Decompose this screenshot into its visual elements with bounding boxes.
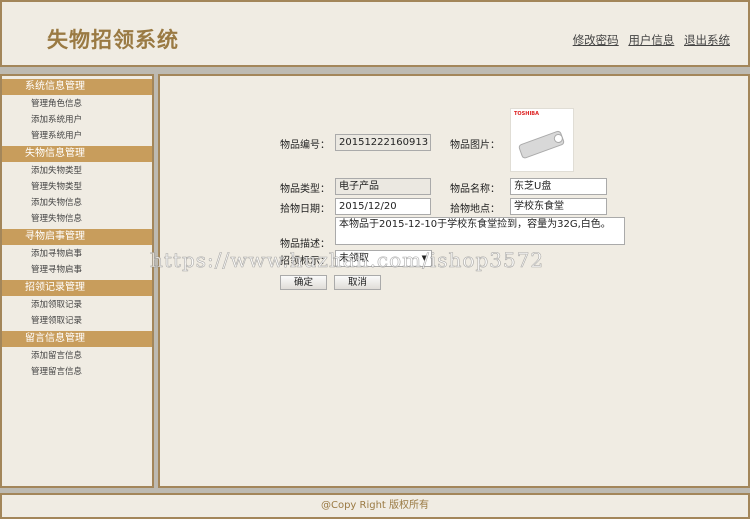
status-select[interactable]: 未领取 ▼	[335, 250, 432, 267]
item-type-label: 物品类型：	[280, 184, 330, 195]
image-brand: TOSHIBA	[514, 111, 539, 117]
item-image: TOSHIBA	[510, 108, 574, 172]
description-textarea[interactable]: 本物品于2015-12-10于学校东食堂捡到，容量为32G,白色。	[335, 217, 625, 245]
dropdown-arrow-icon: ▼	[421, 254, 427, 262]
item-id-field[interactable]: 20151222160913	[335, 134, 431, 151]
main-content: 物品编号： 20151222160913 物品图片： TOSHIBA 物品类型：…	[158, 74, 750, 488]
logout-link[interactable]: 退出系统	[684, 33, 730, 47]
sidebar-item[interactable]: 管理留言信息	[2, 364, 152, 380]
app-title: 失物招领系统	[47, 28, 179, 52]
sidebar-group-title[interactable]: 留言信息管理	[2, 331, 152, 347]
sidebar-item[interactable]: 管理系统用户	[2, 128, 152, 144]
header-links: 修改密码 用户信息 退出系统	[567, 32, 730, 48]
sidebar-group-title[interactable]: 系统信息管理	[2, 79, 152, 95]
sidebar-group: 系统信息管理 管理角色信息 添加系统用户 管理系统用户	[2, 79, 152, 144]
sidebar-item[interactable]: 管理寻物启事	[2, 262, 152, 278]
sidebar-group: 留言信息管理 添加留言信息 管理留言信息	[2, 331, 152, 380]
found-place-label: 拾物地点：	[450, 204, 500, 215]
cancel-button[interactable]: 取消	[334, 275, 381, 290]
sidebar-item[interactable]: 管理角色信息	[2, 96, 152, 112]
change-password-link[interactable]: 修改密码	[573, 33, 619, 47]
found-place-field[interactable]: 学校东食堂	[510, 198, 607, 215]
found-date-field[interactable]: 2015/12/20	[335, 198, 431, 215]
item-type-field[interactable]: 电子产品	[335, 178, 431, 195]
sidebar-group: 寻物启事管理 添加寻物启事 管理寻物启事	[2, 229, 152, 278]
usb-drive-icon	[518, 130, 565, 159]
item-name-label: 物品名称：	[450, 184, 500, 195]
sidebar-item[interactable]: 管理失物类型	[2, 179, 152, 195]
sidebar-item[interactable]: 添加领取记录	[2, 297, 152, 313]
sidebar-group-title[interactable]: 失物信息管理	[2, 146, 152, 162]
item-image-label: 物品图片：	[450, 140, 500, 151]
sidebar-item[interactable]: 添加失物类型	[2, 163, 152, 179]
sidebar-group: 失物信息管理 添加失物类型 管理失物类型 添加失物信息 管理失物信息	[2, 146, 152, 227]
sidebar-item[interactable]: 管理领取记录	[2, 313, 152, 329]
sidebar-item[interactable]: 管理失物信息	[2, 211, 152, 227]
sidebar-item[interactable]: 添加失物信息	[2, 195, 152, 211]
status-value: 未领取	[339, 253, 369, 264]
sidebar-item[interactable]: 添加留言信息	[2, 348, 152, 364]
item-id-label: 物品编号：	[280, 140, 330, 151]
item-name-field[interactable]: 东芝U盘	[510, 178, 607, 195]
description-label: 物品描述：	[280, 239, 330, 250]
sidebar: 系统信息管理 管理角色信息 添加系统用户 管理系统用户 失物信息管理 添加失物类型 管理失物…	[0, 74, 154, 488]
found-date-label: 拾物日期：	[280, 204, 330, 215]
user-info-link[interactable]: 用户信息	[628, 33, 674, 47]
header: 失物招领系统 修改密码 用户信息 退出系统	[0, 0, 750, 67]
sidebar-item[interactable]: 添加系统用户	[2, 112, 152, 128]
footer: @Copy Right 版权所有	[0, 493, 750, 519]
sidebar-item[interactable]: 添加寻物启事	[2, 246, 152, 262]
status-label: 招领标示：	[280, 256, 330, 267]
sidebar-group: 招领记录管理 添加领取记录 管理领取记录	[2, 280, 152, 329]
confirm-button[interactable]: 确定	[280, 275, 327, 290]
sidebar-group-title[interactable]: 招领记录管理	[2, 280, 152, 296]
sidebar-group-title[interactable]: 寻物启事管理	[2, 229, 152, 245]
